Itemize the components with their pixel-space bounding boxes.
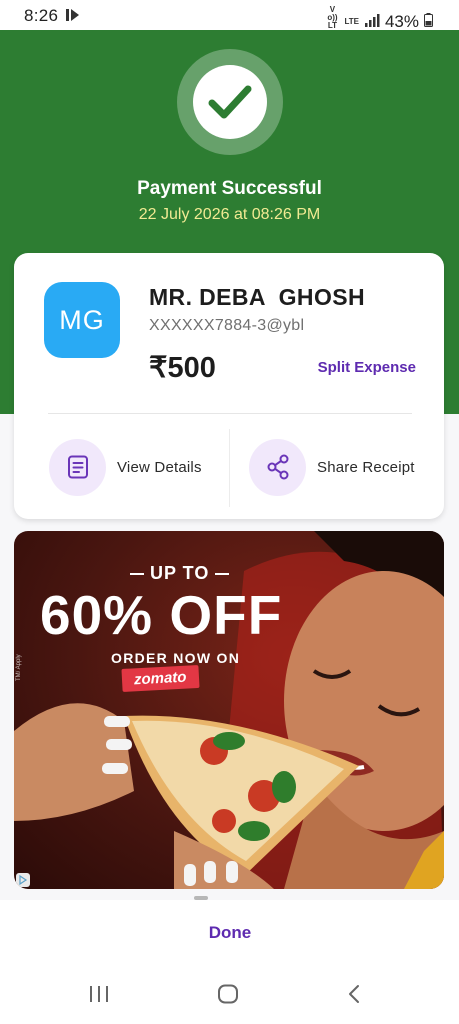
lte-indicator: LTE [344,17,359,26]
battery-percentage: 43% [384,12,419,31]
battery-icon [424,12,433,32]
status-bar: 8:26 Vo)) LTE LTE 43% [0,0,459,38]
share-icon [249,438,306,496]
view-details-button[interactable]: View Details [49,438,202,496]
promo-headline: 60% OFF [40,584,283,646]
divider [48,413,412,414]
status-time: 8:26 [24,6,59,25]
avatar: MG [44,282,120,358]
promo-tm-text: TM/ Apply [16,654,22,681]
share-receipt-button[interactable]: Share Receipt [249,438,415,496]
media-play-icon [65,7,81,28]
success-badge [177,49,283,155]
payee-name: MR. DEBA GHOSH [149,284,365,310]
document-icon [49,438,106,496]
payee-upi-id: XXXXXX7884-3@ybl [149,317,305,334]
zomato-logo: zomato [121,665,200,692]
recent-apps-icon[interactable] [88,984,110,1009]
share-receipt-label: Share Receipt [317,458,415,476]
payment-amount: ₹500 [149,352,216,384]
payee-card: MG MR. DEBA GHOSH XXXXXX7884-3@ybl ₹500 … [14,253,444,519]
footer: Done [0,900,459,1024]
done-button[interactable]: Done [170,918,290,948]
ad-choices-icon[interactable] [16,873,30,887]
check-icon [208,85,252,119]
payment-status-title: Payment Successful [137,178,322,199]
divider [229,429,230,507]
split-expense-link[interactable]: Split Expense [318,359,416,376]
payment-datetime: 22 July 2026 at 08:26 PM [138,206,321,223]
promo-upto: UP TO [124,563,235,584]
home-icon[interactable] [217,984,239,1009]
promo-banner[interactable]: UP TO 60% OFF ORDER NOW ON zomato TM/ Ap… [14,531,444,889]
back-icon[interactable] [346,984,362,1009]
signal-icon [364,12,380,32]
view-details-label: View Details [117,458,202,476]
promo-order-text: ORDER NOW ON [111,650,241,666]
